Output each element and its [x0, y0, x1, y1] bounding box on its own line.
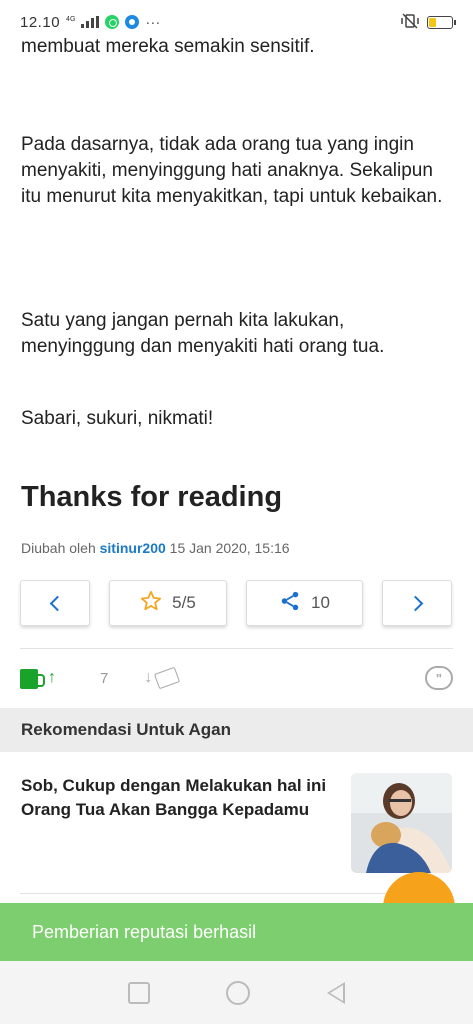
toast-message: Pemberian reputasi berhasil: [0, 903, 473, 961]
article-paragraph: membuat mereka semakin sensitif.: [21, 36, 315, 57]
reputation-count: 7: [100, 669, 109, 687]
edit-meta: Diubah oleh sitinur200 15 Jan 2020, 15:1…: [21, 540, 290, 556]
network-label: 4G: [66, 15, 76, 23]
divider: [20, 648, 453, 649]
reputation-row: ↑ 7 ↓ ": [20, 658, 453, 698]
share-count: 10: [311, 593, 330, 612]
status-bar-left: 12.10 4G ···: [20, 14, 160, 31]
recommendation-header: Rekomendasi Untuk Agan: [0, 708, 473, 752]
quote-comment-icon[interactable]: ": [425, 666, 453, 690]
recommendation-thumbnail[interactable]: [351, 773, 452, 873]
star-icon: [140, 590, 162, 617]
chevron-right-icon: [407, 595, 423, 611]
battery-level: [429, 17, 437, 27]
share-button[interactable]: 10: [246, 580, 363, 626]
arrow-down-icon: ↓: [144, 669, 153, 686]
battery-icon: [427, 15, 456, 29]
status-time: 12.10: [20, 13, 61, 31]
vibrate-off-icon: [401, 12, 419, 32]
thanks-heading: Thanks for reading: [21, 481, 283, 513]
signal-icon: [81, 16, 100, 28]
cendol-upvote-icon[interactable]: [20, 666, 45, 690]
chevron-left-icon: [49, 595, 65, 611]
rating-value: 5/5: [172, 593, 196, 612]
whatsapp-icon: [105, 15, 120, 29]
notification-app-icon: [125, 15, 140, 29]
share-icon: [279, 590, 301, 617]
back-icon[interactable]: [326, 981, 345, 1004]
home-icon[interactable]: [226, 980, 251, 1005]
rating-button[interactable]: 5/5: [109, 580, 227, 626]
recent-apps-icon[interactable]: [128, 981, 151, 1004]
previous-page-button[interactable]: [20, 580, 90, 626]
article-paragraph: Pada dasarnya, tidak ada orang tua yang …: [21, 134, 443, 207]
bata-downvote-icon[interactable]: [154, 666, 181, 690]
edit-datetime: 15 Jan 2020, 15:16: [169, 540, 290, 556]
more-notifications-icon: ···: [145, 13, 161, 31]
next-page-button[interactable]: [382, 580, 452, 626]
author-link[interactable]: sitinur200: [100, 540, 166, 556]
recommendation-title-link[interactable]: Sob, Cukup dengan Melakukan hal ini Oran…: [21, 774, 336, 822]
article-paragraph: Sabari, sukuri, nikmati!: [21, 408, 214, 429]
arrow-up-icon: ↑: [48, 669, 56, 686]
system-nav-bar: [0, 961, 473, 1024]
status-bar-right: [401, 12, 456, 32]
article-paragraph: Satu yang jangan pernah kita lakukan, me…: [21, 310, 385, 357]
edit-meta-prefix: Diubah oleh: [21, 540, 96, 556]
